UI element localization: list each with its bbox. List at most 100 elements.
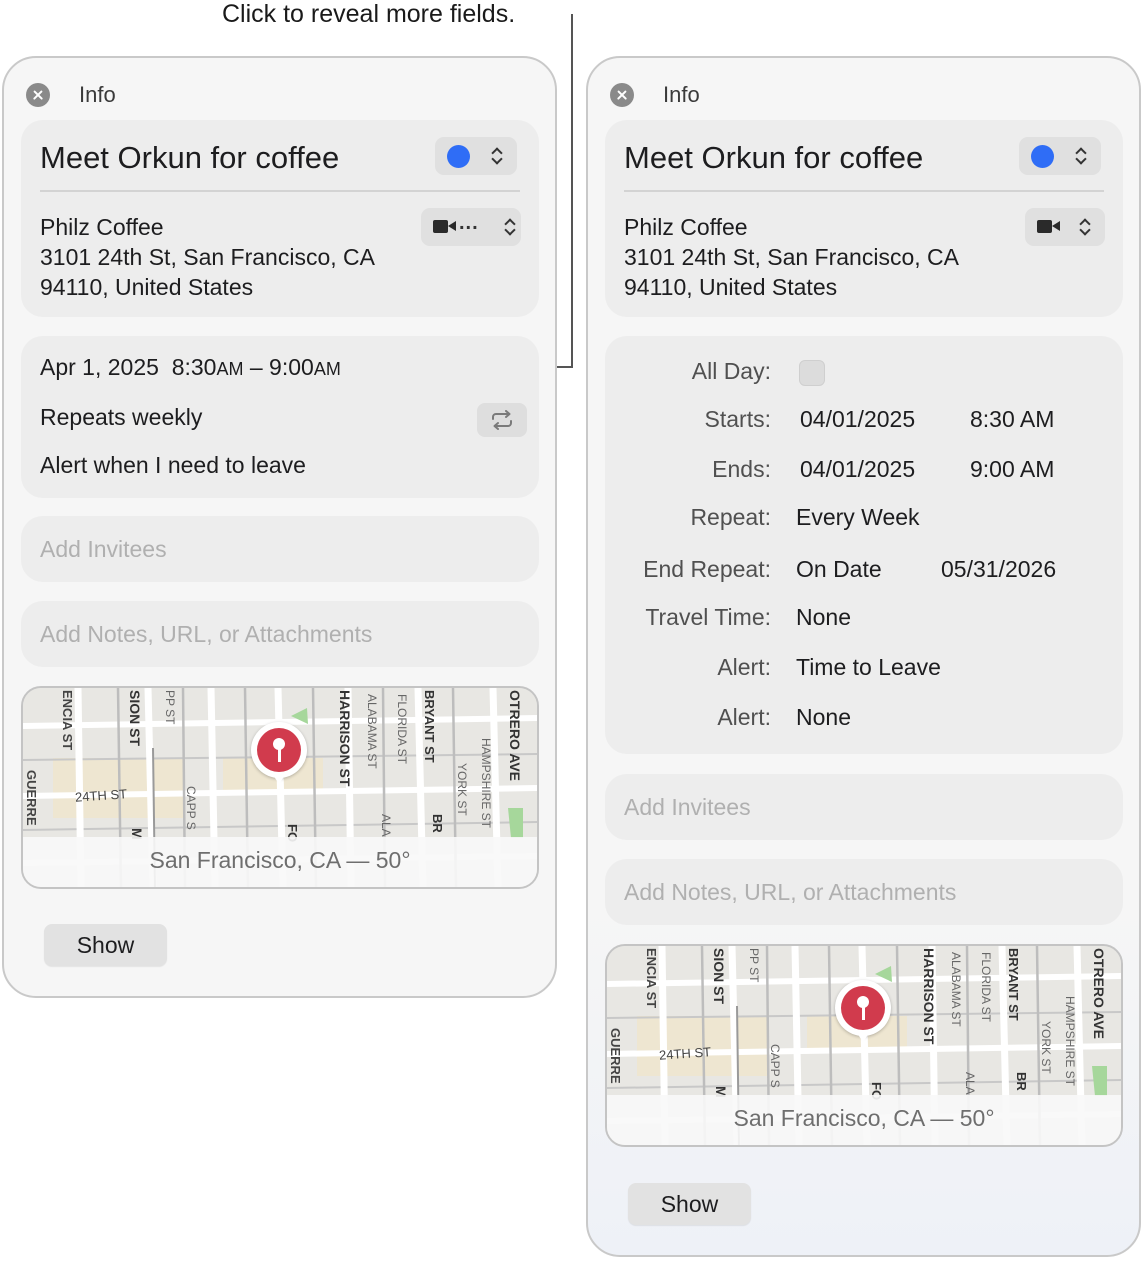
map-label-york: YORK ST [455, 763, 469, 816]
map-pin-icon[interactable] [835, 980, 891, 1042]
video-call-popup[interactable] [1025, 208, 1105, 246]
travel-time-popup[interactable]: None [796, 604, 851, 631]
map-label-hampshire: HAMPSHIRE ST [1063, 996, 1077, 1087]
video-call-popup[interactable]: ... [421, 208, 521, 246]
map-label-potrero: OTRERO AVE [507, 690, 523, 782]
alert-popup[interactable]: Time to Leave [796, 654, 941, 681]
repeat-row: Repeat: Every Week [605, 504, 1123, 534]
video-camera-icon [1037, 220, 1052, 233]
alert-row: Alert: Time to Leave [605, 654, 1123, 684]
ends-time-field[interactable]: 9:00 AM [970, 456, 1054, 483]
map-label-ala: ALA [963, 1072, 977, 1095]
location-line: 94110, United States [624, 274, 838, 300]
location-line: 94110, United States [40, 274, 254, 300]
map-label-harrison: HARRISON ST [921, 948, 937, 1045]
end-repeat-date-field[interactable]: 05/31/2026 [941, 556, 1056, 583]
map-label-ala: ALA [379, 814, 393, 837]
location-line: 3101 24th St, San Francisco, CA [624, 244, 959, 270]
end-ampm: AM [313, 359, 341, 379]
all-day-row: All Day: [605, 358, 1123, 388]
map-label-alabama: ALABAMA ST [949, 952, 963, 1027]
map-label-capp: CAPP S [768, 1044, 782, 1088]
callout-text: Click to reveal more fields. [222, 0, 516, 28]
info-panel-collapsed: Info Meet Orkun for coffee Philz Coffee … [2, 56, 557, 998]
show-button[interactable]: Show [44, 924, 167, 966]
location-map[interactable]: ENCIA ST SION ST PP ST 24TH ST CAPP S M … [605, 944, 1123, 1147]
event-header-card: Meet Orkun for coffee Philz Coffee 3101 … [605, 120, 1123, 317]
location-text[interactable]: Philz Coffee 3101 24th St, San Francisco… [40, 212, 375, 302]
end-repeat-label: End Repeat: [643, 556, 771, 582]
close-icon[interactable] [26, 83, 50, 107]
video-camera-icon [433, 220, 448, 233]
ellipsis: ... [459, 212, 479, 234]
window-title: Info [663, 82, 700, 107]
map-label-br: BR [1014, 1072, 1029, 1091]
map-label-guerrero: GUERRE [608, 1028, 623, 1084]
map-caption: San Francisco, CA — 50° [607, 1095, 1121, 1145]
map-label-br: BR [430, 814, 445, 833]
map-label-capp-top: PP ST [163, 690, 177, 725]
end-time: 9:00 [269, 354, 314, 380]
alert-label: Alert: [717, 654, 771, 680]
calendar-color-popup[interactable] [435, 137, 517, 175]
map-label-mission: SION ST [127, 690, 143, 747]
location-map[interactable]: ENCIA ST SION ST PP ST 24TH ST CAPP S M … [21, 686, 539, 889]
event-title[interactable]: Meet Orkun for coffee [40, 140, 339, 176]
map-caption-text: San Francisco, CA — 50° [733, 1105, 995, 1131]
alert-row: Alert: None [605, 704, 1123, 734]
add-invitees-field[interactable]: Add Invitees [21, 516, 539, 582]
date-summary-card[interactable]: Apr 1, 2025 8:30AM – 9:00AM Repeats week… [21, 336, 539, 498]
starts-label: Starts: [704, 406, 771, 432]
ends-date-field[interactable]: 04/01/2025 [800, 456, 915, 483]
map-label-york: YORK ST [1039, 1021, 1053, 1074]
titlebar: Info [26, 82, 116, 108]
end-repeat-row: End Repeat: On Date 05/31/2026 [605, 556, 1123, 586]
add-notes-field[interactable]: Add Notes, URL, or Attachments [605, 859, 1123, 925]
repeat-label: Repeat: [690, 504, 771, 530]
starts-date-field[interactable]: 04/01/2025 [800, 406, 915, 433]
location-line: Philz Coffee [624, 214, 748, 240]
map-label-florida: FLORIDA ST [979, 952, 993, 1023]
map-label-capp: CAPP S [184, 786, 198, 830]
repeat-button[interactable] [477, 403, 527, 437]
add-invitees-field[interactable]: Add Invitees [605, 774, 1123, 840]
date-time-summary: Apr 1, 2025 8:30AM – 9:00AM [40, 354, 341, 381]
invitees-placeholder: Add Invitees [40, 536, 167, 562]
chevron-updown-icon [504, 218, 514, 236]
notes-placeholder: Add Notes, URL, or Attachments [40, 621, 373, 647]
map-label-valencia: ENCIA ST [644, 948, 659, 1009]
map-label-bryant: BRYANT ST [1006, 948, 1021, 1021]
map-label-guerrero: GUERRE [24, 770, 39, 826]
chevron-updown-icon [1079, 218, 1089, 236]
event-date: Apr 1, 2025 [40, 354, 159, 380]
map-caption: San Francisco, CA — 50° [23, 837, 537, 887]
all-day-checkbox[interactable] [799, 360, 825, 386]
repeat-summary: Repeats weekly [40, 404, 203, 430]
close-icon[interactable] [610, 83, 634, 107]
callout-leader-line [571, 14, 573, 368]
event-title[interactable]: Meet Orkun for coffee [624, 140, 923, 176]
add-notes-field[interactable]: Add Notes, URL, or Attachments [21, 601, 539, 667]
map-label-alabama: ALABAMA ST [365, 694, 379, 769]
alert-summary: Alert when I need to leave [40, 452, 306, 478]
map-label-capp-top: PP ST [747, 948, 761, 983]
chevron-updown-icon [491, 147, 501, 165]
location-text[interactable]: Philz Coffee 3101 24th St, San Francisco… [624, 212, 959, 302]
repeat-popup[interactable]: Every Week [796, 504, 920, 531]
starts-time-field[interactable]: 8:30 AM [970, 406, 1054, 433]
notes-placeholder: Add Notes, URL, or Attachments [624, 879, 957, 905]
calendar-color-dot-icon [447, 145, 470, 168]
end-repeat-popup[interactable]: On Date [796, 556, 882, 583]
starts-row: Starts: 04/01/2025 8:30 AM [605, 406, 1123, 436]
divider [40, 190, 520, 192]
calendar-color-popup[interactable] [1019, 137, 1101, 175]
map-pin-icon[interactable] [251, 722, 307, 784]
map-label-florida: FLORIDA ST [395, 694, 409, 765]
window-title: Info [79, 82, 116, 107]
map-label-hampshire: HAMPSHIRE ST [479, 738, 493, 829]
alert-popup[interactable]: None [796, 704, 851, 731]
ends-label: Ends: [712, 456, 771, 482]
location-line: 3101 24th St, San Francisco, CA [40, 244, 375, 270]
show-button[interactable]: Show [628, 1183, 751, 1225]
map-label-bryant: BRYANT ST [422, 690, 437, 763]
